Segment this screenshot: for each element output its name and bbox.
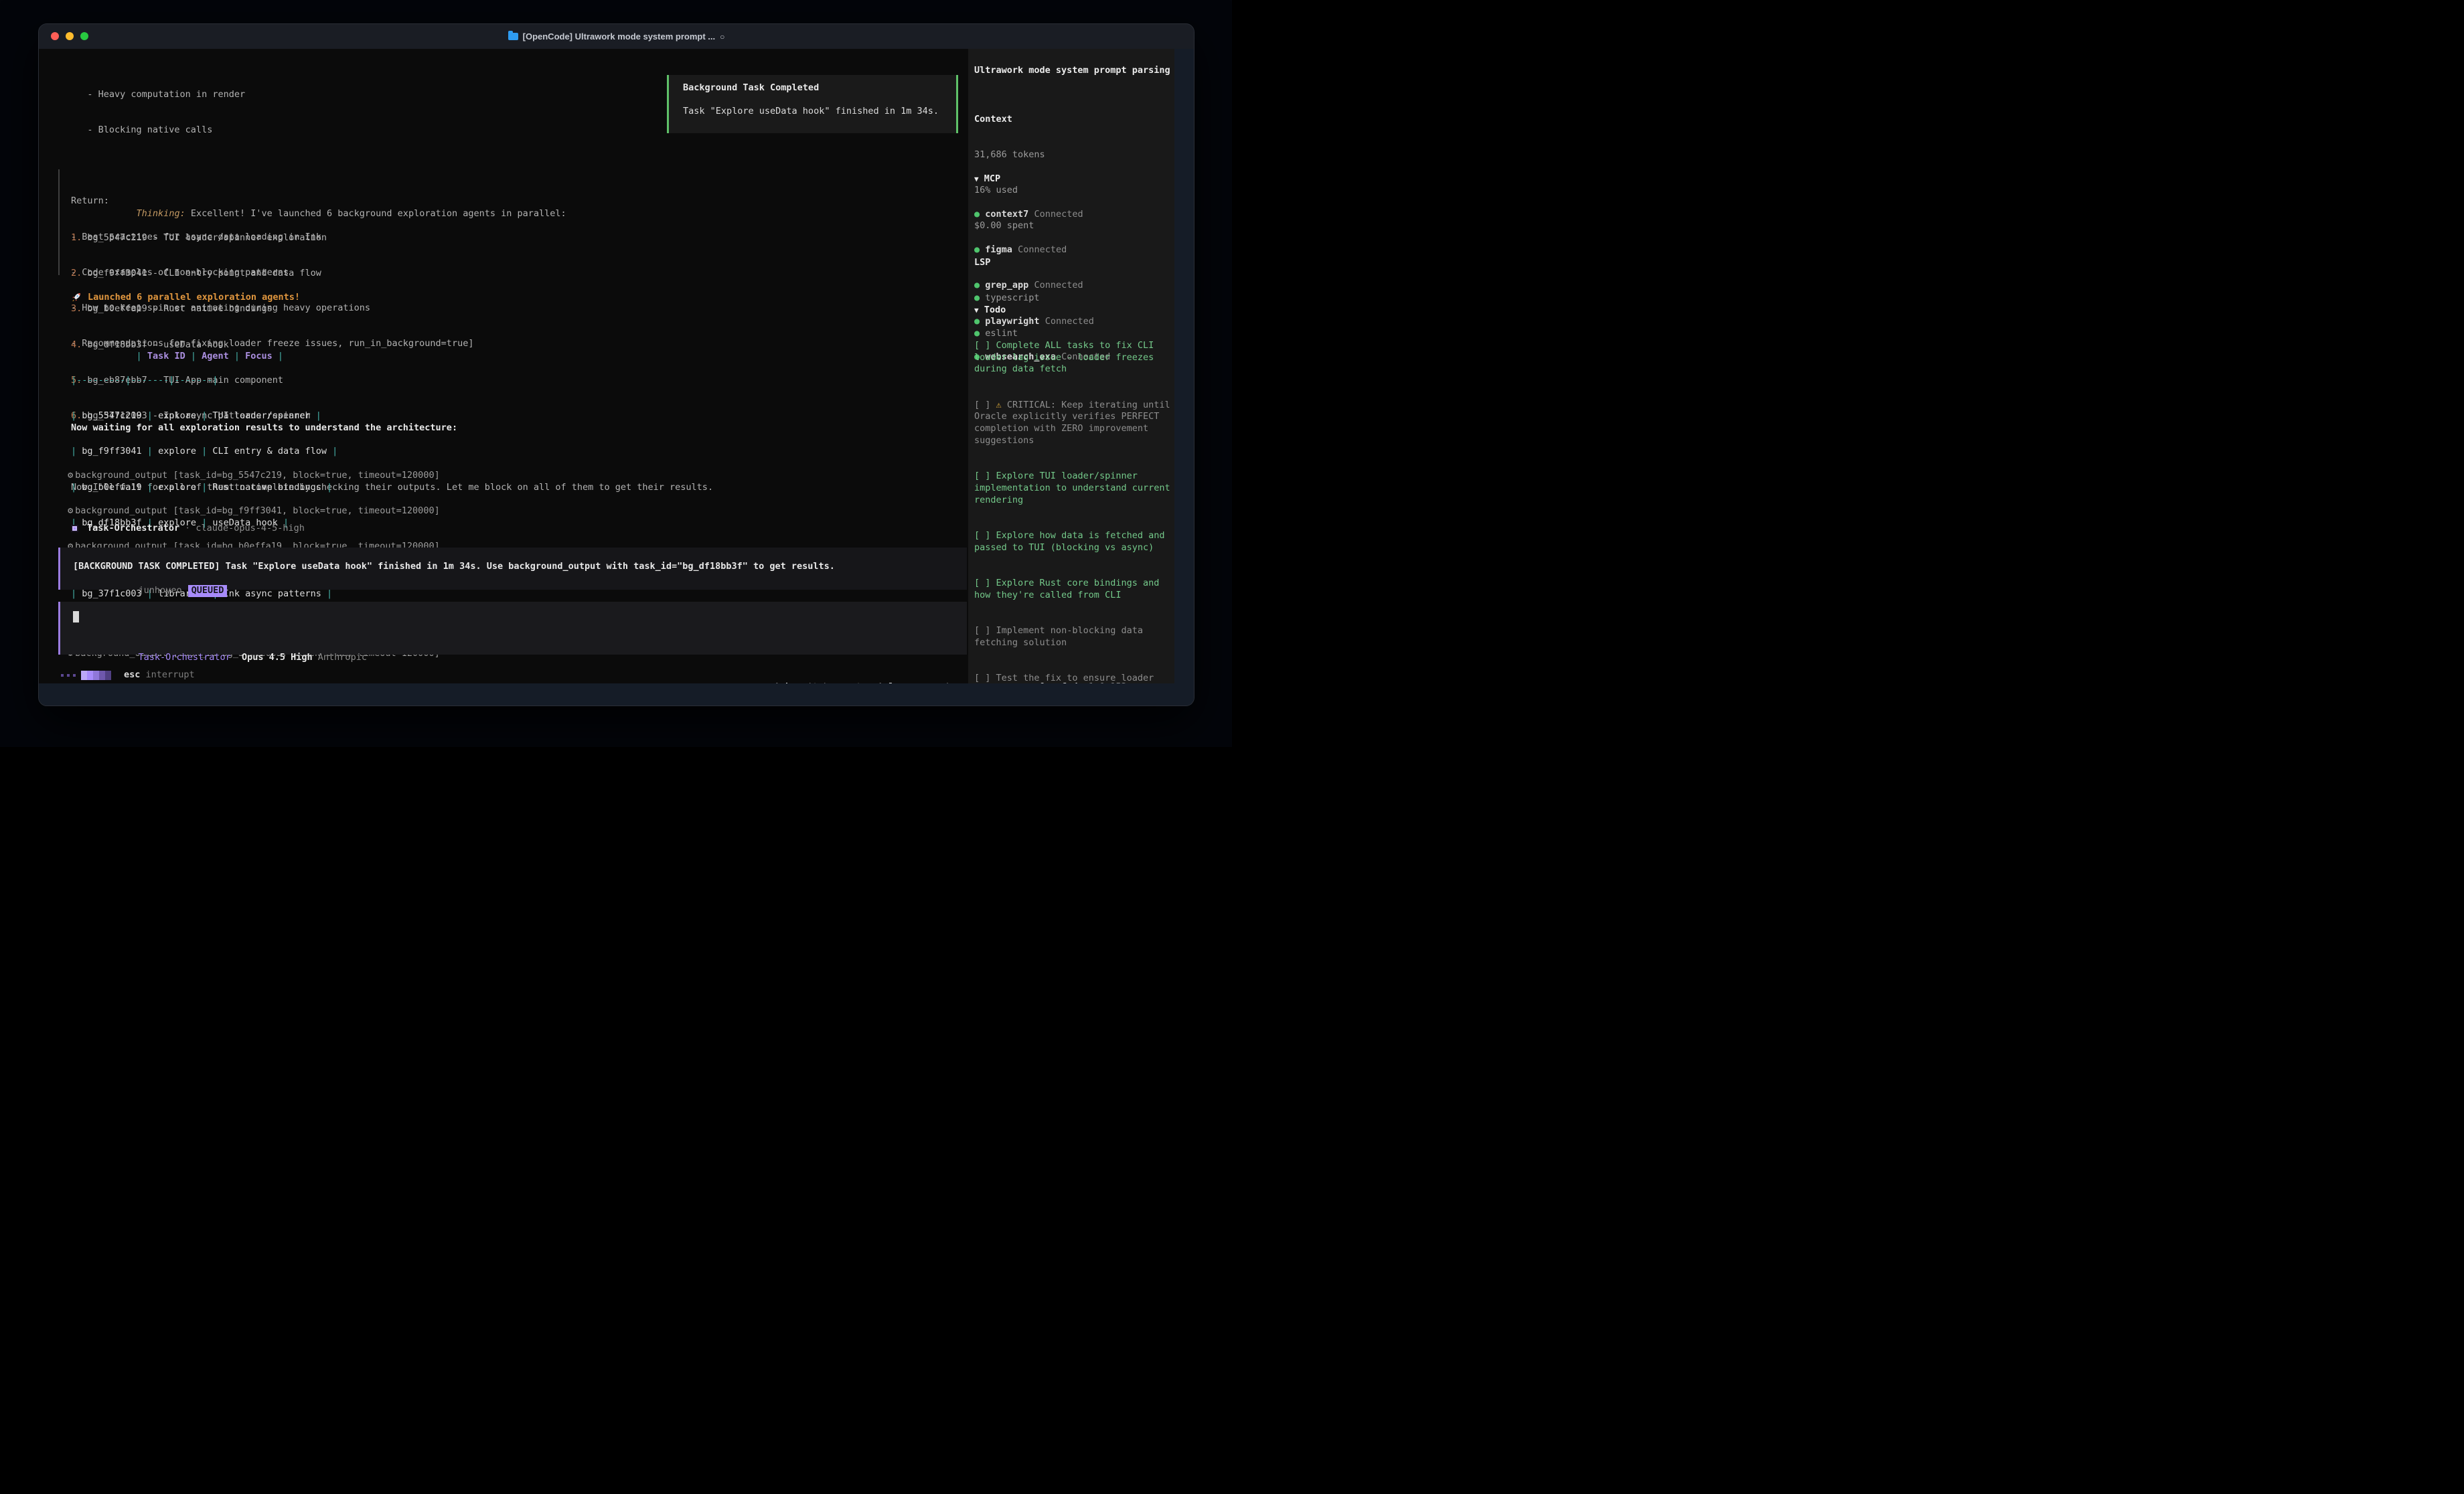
app-name-bold: Code — [1061, 681, 1083, 683]
app-version-footer: ● OpenCode 1.0.152 — [974, 669, 1127, 683]
table-header: Agent — [202, 351, 229, 361]
esc-key-hint: esc — [124, 669, 140, 681]
gear-icon: ⚙ — [68, 470, 73, 481]
app-name: Open — [1040, 681, 1062, 683]
todo-item: [ ] Explore Rust core bindings and how t… — [974, 578, 1172, 602]
rocket-icon — [71, 292, 82, 303]
checkbox-icon: [ ] — [974, 340, 990, 351]
thinking-intro: Excellent! I've launched 6 background ex… — [185, 208, 566, 219]
todo-item: [ ] Explore how data is fetched and pass… — [974, 530, 1172, 554]
announcement-text: Launched 6 parallel exploration agents! — [88, 292, 300, 303]
terminal-window: [OpenCode] Ultrawork mode system prompt … — [38, 23, 1195, 706]
tool-result-line: - Heavy computation in render — [71, 89, 473, 101]
prompt-input[interactable]: Task-Orchestrator Opus 4.5 High Anthropi… — [58, 602, 967, 655]
agent-header: Task-Orchestrator · claude-opus-4-5-high — [71, 523, 305, 535]
checkbox-icon: [ ] — [974, 471, 990, 481]
todo-heading[interactable]: ▼ Todo — [974, 305, 1172, 317]
thinking-item: bg_b0effa19 - Rust native bindings — [87, 303, 272, 314]
spinner-trail — [61, 674, 76, 677]
session-title: Ultrawork mode system prompt parsing — [974, 65, 1170, 77]
thinking-label: Thinking: — [137, 208, 185, 219]
status-badge: QUEUED — [188, 585, 228, 597]
mcp-item: ● context7 Connected — [974, 209, 1110, 221]
chat-log[interactable]: - Heavy computation in render - Blocking… — [39, 49, 968, 683]
table-row: | bg_5547c219 | explore | TUI loader/spi… — [71, 410, 337, 422]
table-header-row: | Task ID | Agent | Focus | — [71, 339, 337, 351]
agent-name: Task-Orchestrator — [87, 523, 179, 535]
window-title: [OpenCode] Ultrawork mode system prompt … — [523, 31, 716, 42]
gear-icon: ⚙ — [68, 505, 73, 516]
agent-icon — [71, 525, 78, 532]
chevron-down-icon: ▼ — [974, 306, 979, 315]
checkbox-icon: [ ] — [974, 400, 990, 410]
notification-title: Background Task Completed — [683, 82, 819, 94]
ctrlp-key-hint: ctrl+p — [872, 681, 905, 683]
status-bar-right: tab switch agent ctrl+p commands — [720, 669, 954, 683]
sidebar: Ultrawork mode system prompt parsing Con… — [968, 49, 1174, 683]
background-task-message: [BACKGROUND TASK COMPLETED] Task "Explor… — [58, 548, 967, 590]
spinner-icon — [81, 671, 111, 680]
checkbox-icon: [ ] — [974, 530, 990, 541]
list-number: 1. — [71, 232, 87, 243]
checkbox-icon: [ ] — [974, 578, 990, 588]
background-task-text: [BACKGROUND TASK COMPLETED] Task "Explor… — [73, 561, 835, 573]
warning-icon: ⚠ — [996, 400, 1002, 410]
todo-item: [ ] ⚠ CRITICAL: Keep iterating until Ora… — [974, 400, 1172, 447]
thinking-block-bar — [58, 169, 60, 275]
desktop: [OpenCode] Ultrawork mode system prompt … — [0, 0, 1232, 747]
tab-key-hint: tab — [775, 681, 791, 683]
table-separator-row: |---------|-------|-------| — [71, 375, 337, 387]
folder-icon — [508, 33, 518, 40]
input-agent-name: Task-Orchestrator — [139, 652, 231, 663]
table-header: Focus — [245, 351, 273, 361]
thinking-item: bg_f9ff3041 - CLI entry point and data f… — [87, 268, 321, 278]
checkbox-icon: [ ] — [974, 625, 990, 636]
ctrlp-key-label: commands — [911, 681, 954, 683]
context-heading: Context — [974, 114, 1045, 126]
todo-item: [ ] Complete ALL tasks to fix CLI loader… — [974, 340, 1172, 376]
username: junhoyeo — [139, 585, 182, 596]
table-header: Task ID — [147, 351, 185, 361]
tab-key-label: switch agent — [796, 681, 862, 683]
text-cursor — [73, 611, 79, 622]
list-number: 2. — [71, 268, 87, 278]
announcement-line: Launched 6 parallel exploration agents! — [71, 292, 300, 303]
window-titlebar[interactable]: [OpenCode] Ultrawork mode system prompt … — [39, 24, 1194, 50]
todo-section: ▼ Todo [ ] Complete ALL tasks to fix CLI… — [974, 280, 1172, 683]
chevron-down-icon: ▼ — [974, 175, 979, 183]
tool-result-line — [71, 160, 473, 172]
thinking-item: bg_5547c219 - TUI loader/spinner explora… — [87, 232, 327, 243]
separator-dot: · — [185, 523, 190, 535]
lsp-heading: LSP — [974, 257, 1040, 269]
notification-toast[interactable]: Background Task Completed Task "Explore … — [667, 75, 958, 133]
status-dot-icon: ● — [974, 209, 980, 220]
input-model-name: Opus 4.5 High — [242, 652, 313, 663]
list-number: 3. — [71, 303, 87, 314]
terminal-content: - Heavy computation in render - Blocking… — [39, 49, 1194, 706]
tool-call: background_output [task_id=bg_5547c219, … — [75, 470, 440, 481]
notification-body: Task "Explore useData hook" finished in … — [683, 106, 939, 118]
todo-item: [ ] Explore TUI loader/spinner implement… — [974, 471, 1172, 506]
tool-call: background_output [task_id=bg_f9ff3041, … — [75, 505, 440, 516]
status-bar-left: esc interrupt — [61, 669, 195, 681]
mcp-heading[interactable]: ▼ MCP — [974, 173, 1110, 185]
app-version: 1.0.152 — [1089, 681, 1127, 683]
input-provider: Anthropic — [318, 652, 367, 663]
circle-icon: ○ — [720, 32, 724, 42]
agent-model: claude-opus-4-5-high — [196, 523, 305, 535]
todo-item: [ ] Implement non-blocking data fetching… — [974, 625, 1172, 649]
waiting-line: Now waiting for all exploration results … — [71, 422, 457, 434]
tool-result-line: - Blocking native calls — [71, 124, 473, 137]
esc-key-label: interrupt — [146, 669, 195, 681]
